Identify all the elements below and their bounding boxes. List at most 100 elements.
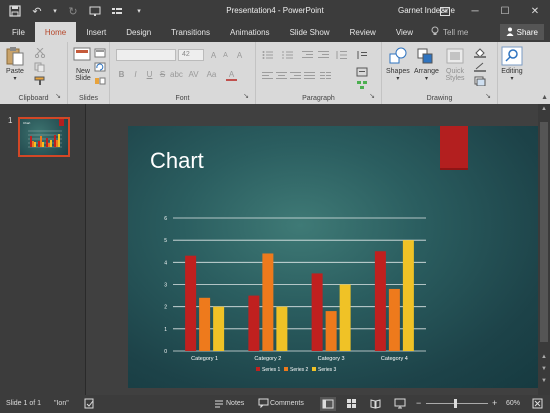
tab-insert[interactable]: Insert (76, 22, 116, 42)
ribbon-display-options-icon[interactable] (430, 0, 460, 22)
format-painter-icon[interactable] (34, 76, 46, 86)
minimize-icon[interactable]: ─ (460, 0, 490, 22)
tell-me-box[interactable]: Tell me (423, 22, 476, 42)
notes-button[interactable]: Notes (226, 400, 244, 407)
scroll-up-icon[interactable]: ▲ (538, 106, 550, 112)
normal-view-icon[interactable] (320, 397, 336, 411)
tab-design[interactable]: Design (116, 22, 161, 42)
zoom-out-icon[interactable]: − (416, 398, 421, 408)
tab-slide-show[interactable]: Slide Show (280, 22, 340, 42)
columns-icon[interactable] (320, 71, 332, 81)
tab-transitions[interactable]: Transitions (161, 22, 220, 42)
slide-thumbnail[interactable]: Chart (18, 117, 70, 157)
copy-icon[interactable] (34, 62, 46, 73)
drawing-label: Drawing (426, 95, 453, 102)
align-right-icon[interactable] (290, 71, 302, 81)
tab-home[interactable]: Home (34, 22, 77, 42)
notes-icon[interactable] (214, 399, 224, 410)
redo-icon[interactable]: ↻ (66, 4, 80, 18)
shape-fill-icon[interactable] (474, 48, 486, 58)
chart[interactable]: 0 1 2 3 4 5 6 Category 1 Category 2 Category 3 Cat… (128, 126, 538, 388)
font-size-box[interactable]: 42 (178, 49, 204, 61)
close-icon[interactable]: ✕ (520, 0, 550, 22)
zoom-in-icon[interactable]: + (492, 398, 497, 408)
tab-review[interactable]: Review (340, 22, 386, 42)
drawing-launcher-icon[interactable]: ↘ (485, 92, 491, 100)
touch-mode-icon[interactable] (110, 4, 124, 18)
start-from-beginning-icon[interactable] (88, 4, 102, 18)
save-icon[interactable] (8, 4, 22, 18)
layout-icon[interactable] (94, 48, 106, 58)
clear-formatting-icon[interactable]: A (234, 51, 245, 60)
undo-dropdown-icon[interactable]: ▾ (52, 4, 58, 18)
font-color-icon[interactable]: A (226, 70, 237, 81)
slide-show-icon[interactable] (394, 398, 406, 411)
decrease-indent-icon[interactable] (302, 50, 314, 60)
italic-icon[interactable]: I (130, 70, 141, 79)
section-icon[interactable] (94, 76, 106, 86)
bullets-icon[interactable] (262, 50, 274, 60)
quick-styles-button[interactable]: Quick Styles (444, 46, 466, 82)
scroll-down-icon[interactable]: ▼ (538, 366, 550, 372)
legend-swatch (284, 367, 288, 371)
collapse-ribbon-icon[interactable]: ▲ (541, 94, 548, 101)
slides-label: Slides (78, 95, 99, 102)
slide-sorter-icon[interactable] (346, 398, 357, 411)
maximize-icon[interactable]: ☐ (490, 0, 520, 22)
shapes-button[interactable]: Shapes ▾ (386, 46, 410, 82)
next-slide-icon[interactable]: ▼ (538, 378, 550, 384)
shape-effects-icon[interactable] (474, 76, 486, 87)
strikethrough-icon[interactable]: S (157, 70, 168, 79)
shape-outline-icon[interactable] (474, 62, 486, 72)
justify-icon[interactable] (304, 71, 316, 81)
underline-icon[interactable]: U (144, 70, 155, 79)
clipboard-launcher-icon[interactable]: ↘ (55, 92, 61, 100)
grow-font-icon[interactable]: A (208, 51, 219, 60)
tab-file[interactable]: File (2, 22, 35, 42)
zoom-level[interactable]: 60% (506, 400, 520, 407)
character-spacing-icon[interactable]: AV (188, 70, 199, 79)
bar-series-2 (325, 311, 337, 351)
undo-icon[interactable]: ↶ (30, 4, 44, 18)
change-case-icon[interactable]: Aa (206, 70, 217, 79)
line-spacing-icon[interactable] (336, 50, 348, 60)
align-left-icon[interactable] (262, 71, 274, 81)
x-tick-label: Category 3 (318, 356, 345, 362)
font-launcher-icon[interactable]: ↘ (243, 92, 249, 100)
shrink-font-icon[interactable]: A (220, 52, 231, 59)
cut-icon[interactable] (34, 47, 46, 59)
align-text-icon[interactable] (356, 67, 368, 77)
fit-to-window-icon[interactable] (532, 398, 543, 411)
y-tick-label: 6 (164, 216, 167, 222)
new-slide-button[interactable]: New Slide (72, 46, 94, 82)
zoom-slider[interactable] (426, 399, 488, 408)
align-center-icon[interactable] (276, 71, 288, 81)
proofing-icon[interactable] (84, 398, 95, 411)
slide-canvas[interactable]: Chart 0 1 2 3 4 5 6 Category 1 Category 2 Categor… (128, 126, 538, 388)
smartart-icon[interactable] (356, 80, 368, 90)
reading-view-icon[interactable] (370, 398, 381, 411)
title-bar: ↶ ▾ ↻ ▾ Presentation4 - PowerPoint Garne… (0, 0, 550, 22)
scroll-up-small-icon[interactable]: ▲ (538, 354, 550, 360)
numbering-icon[interactable] (282, 50, 294, 60)
legend-label: Series 1 (262, 367, 281, 373)
comments-button[interactable]: Comments (270, 400, 304, 407)
font-name-box[interactable] (116, 49, 176, 61)
comments-icon[interactable] (258, 398, 269, 410)
bold-icon[interactable]: B (116, 70, 127, 79)
paragraph-launcher-icon[interactable]: ↘ (369, 92, 375, 100)
text-shadow-icon[interactable]: abc (170, 70, 183, 79)
editing-button[interactable]: Editing ▾ (501, 46, 523, 82)
paste-button[interactable]: Paste ▾ (4, 46, 26, 82)
arrange-button[interactable]: Arrange ▾ (414, 46, 439, 82)
share-button[interactable]: Share (499, 24, 544, 40)
vertical-scrollbar[interactable]: ▲ ▲ ▼ ▼ (538, 104, 550, 395)
tab-animations[interactable]: Animations (220, 22, 280, 42)
customize-toolbar-icon[interactable]: ▾ (132, 4, 146, 18)
increase-indent-icon[interactable] (318, 50, 330, 60)
reset-icon[interactable] (94, 62, 106, 72)
text-direction-icon[interactable] (356, 50, 368, 60)
scrollbar-thumb[interactable] (540, 122, 548, 342)
tab-view[interactable]: View (386, 22, 423, 42)
zoom-slider-thumb[interactable] (454, 399, 457, 408)
